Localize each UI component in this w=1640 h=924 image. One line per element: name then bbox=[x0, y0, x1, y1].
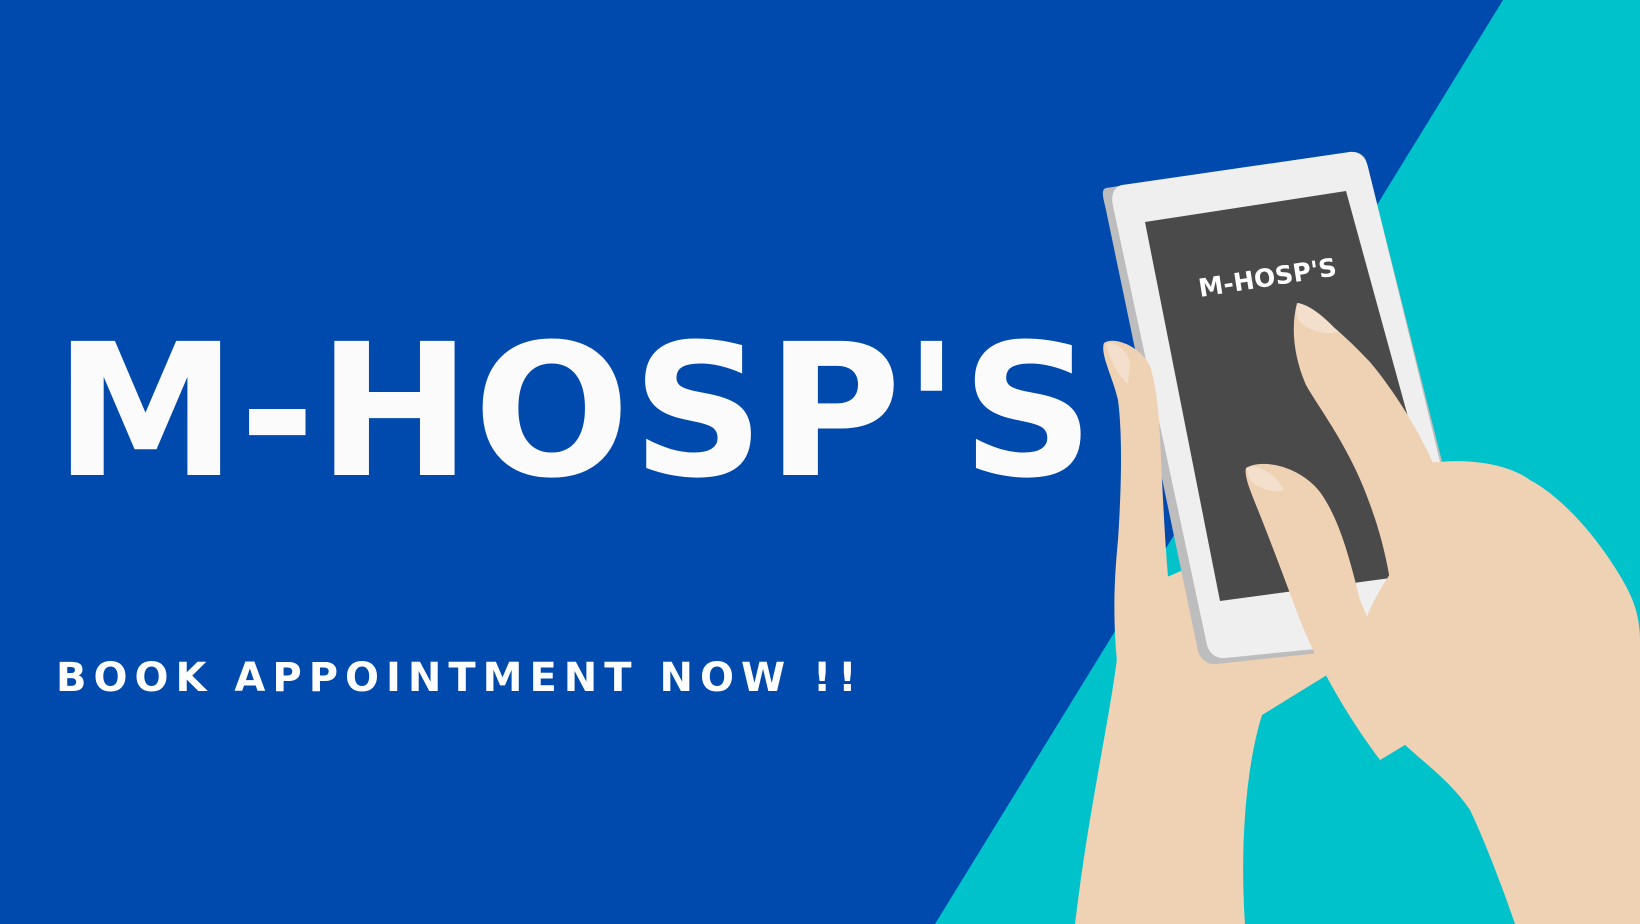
cta-tagline: BOOK APPOINTMENT NOW !! bbox=[56, 655, 864, 701]
brand-title: M-HOSP'S bbox=[54, 305, 1097, 519]
